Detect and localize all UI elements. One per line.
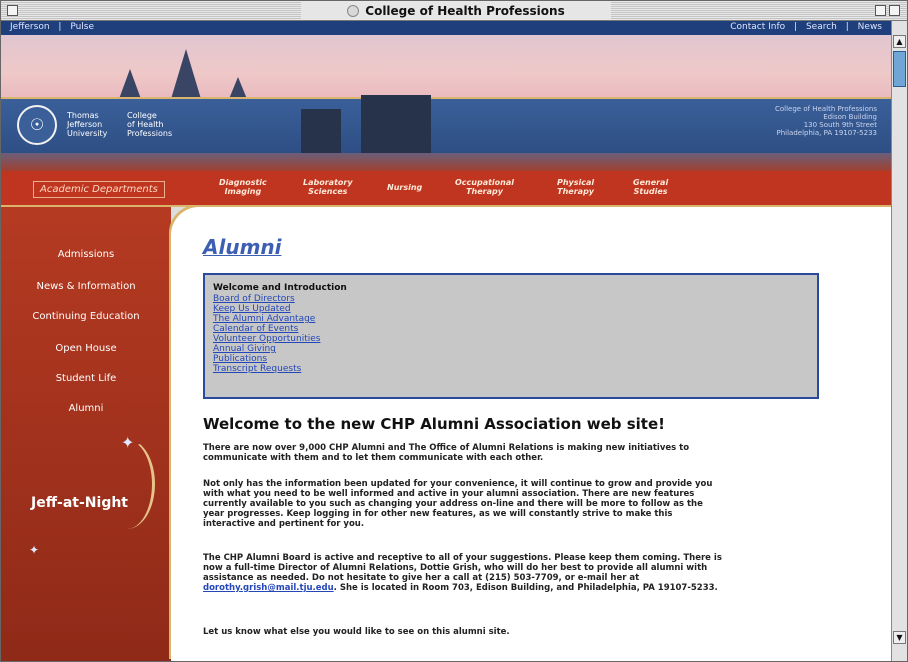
collapse-box-icon[interactable] <box>889 5 900 16</box>
sidebar-item-admissions[interactable]: Admissions <box>1 249 171 260</box>
dept-line: General <box>633 178 669 187</box>
toc-link-publications[interactable]: Publications <box>213 354 809 364</box>
skyline-spire <box>119 69 141 99</box>
email-link[interactable]: dorothy.grish@mail.tju.edu <box>203 583 334 593</box>
address-line: 130 South 9th Street <box>803 121 877 129</box>
left-sidebar: Admissions News & Information Continuing… <box>1 207 171 661</box>
dept-line: Nursing <box>387 183 423 192</box>
dept-nursing[interactable]: Nursing <box>387 183 422 192</box>
address-line: Philadelphia, PA 19107-5233 <box>776 129 878 137</box>
college-name-line: Professions <box>127 129 173 138</box>
university-seal-icon[interactable]: ☉ <box>17 105 57 145</box>
university-name-line: University <box>67 129 108 138</box>
nav-link-contact[interactable]: Contact Info <box>730 22 785 32</box>
college-name-line: College <box>127 111 157 120</box>
header-banner: ☉ Thomas Jefferson University College of… <box>1 35 891 171</box>
vertical-scrollbar[interactable]: ▲ ▼ <box>891 21 907 661</box>
nav-separator: | <box>58 22 62 32</box>
dept-line: Studies <box>633 187 668 196</box>
zoom-box-icon[interactable] <box>875 5 886 16</box>
dept-line: Occupational <box>455 178 515 187</box>
address-line: College of Health Professions <box>774 105 877 113</box>
department-bar: Academic Departments Diagnostic Imaging … <box>1 171 891 207</box>
nav-link-news[interactable]: News <box>858 22 882 32</box>
nav-link-search[interactable]: Search <box>806 22 837 32</box>
title-bar[interactable]: College of Health Professions <box>1 1 907 21</box>
scroll-up-arrow-icon[interactable]: ▲ <box>893 35 906 48</box>
sidebar-item-alumni[interactable]: Alumni <box>1 403 171 414</box>
paragraph-updates: Not only has the information been update… <box>203 479 713 529</box>
address-line: Edison Building <box>823 113 877 121</box>
paragraph-board: The CHP Alumni Board is active and recep… <box>203 553 723 593</box>
sidebar-item-open-house[interactable]: Open House <box>1 343 171 354</box>
paragraph-board-text: The CHP Alumni Board is active and recep… <box>203 553 722 583</box>
nav-separator: | <box>845 22 849 32</box>
paragraph-intro: There are now over 9,000 CHP Alumni and … <box>203 443 690 463</box>
banner-bottom-band <box>1 153 891 171</box>
dept-line: Laboratory <box>303 178 353 187</box>
dept-occupational-therapy[interactable]: Occupational Therapy <box>455 178 514 196</box>
toc-link-calendar[interactable]: Calendar of Events <box>213 324 809 334</box>
academic-departments-label[interactable]: Academic Departments <box>33 181 165 198</box>
toc-link-board[interactable]: Board of Directors <box>213 294 809 304</box>
toc-heading: Welcome and Introduction <box>213 283 347 293</box>
document-icon <box>347 4 360 17</box>
window-title: College of Health Professions <box>365 3 565 18</box>
scroll-down-arrow-icon[interactable]: ▼ <box>893 631 906 644</box>
toc-link-volunteer[interactable]: Volunteer Opportunities <box>213 334 809 344</box>
nav-link-jefferson[interactable]: Jefferson <box>10 22 50 32</box>
skyline-spire <box>171 49 201 99</box>
sidebar-item-news[interactable]: News & Information <box>1 281 171 292</box>
dept-physical-therapy[interactable]: Physical Therapy <box>557 178 594 196</box>
toc-link-annual-giving[interactable]: Annual Giving <box>213 344 809 354</box>
scroll-thumb[interactable] <box>893 51 906 87</box>
college-name-line: of Health <box>127 120 164 129</box>
university-name-line: Jefferson <box>67 120 103 129</box>
dept-line: Physical <box>557 178 595 187</box>
main-content: Alumni Welcome and Introduction Board of… <box>171 207 891 661</box>
dept-laboratory-sciences[interactable]: Laboratory Sciences <box>303 178 353 196</box>
jeff-at-night-link[interactable]: Jeff-at-Night <box>31 495 128 511</box>
skyline-spire <box>229 77 247 99</box>
page-title: Alumni <box>203 235 282 259</box>
dept-line: Imaging <box>224 187 262 196</box>
dept-line: Diagnostic <box>219 178 267 187</box>
college-address: College of Health Professions Edison Bui… <box>775 105 877 137</box>
sidebar-item-student-life[interactable]: Student Life <box>1 373 171 384</box>
dept-line: Therapy <box>466 187 503 196</box>
skyline-building <box>361 95 431 155</box>
close-box-icon[interactable] <box>7 5 18 16</box>
sidebar-item-continuing-education[interactable]: Continuing Education <box>1 311 171 322</box>
browser-window: College of Health Professions Jefferson … <box>0 0 908 662</box>
dept-diagnostic-imaging[interactable]: Diagnostic Imaging <box>219 178 267 196</box>
university-name: Thomas Jefferson University <box>67 111 107 138</box>
welcome-heading: Welcome to the new CHP Alumni Associatio… <box>203 415 665 433</box>
top-nav: Jefferson | Pulse Contact Info | Search … <box>1 21 891 35</box>
toc-link-transcripts[interactable]: Transcript Requests <box>213 364 809 374</box>
paragraph-board-text-end: . She is located in Room 703, Edison Bui… <box>333 583 718 593</box>
dept-line: Therapy <box>557 187 595 196</box>
toc-link-alumni-advantage[interactable]: The Alumni Advantage <box>213 314 809 324</box>
window-title-wrap: College of Health Professions <box>301 2 611 19</box>
toc-link-keep-updated[interactable]: Keep Us Updated <box>213 304 809 314</box>
dept-general-studies[interactable]: General Studies <box>633 178 668 196</box>
paragraph-closing: Let us know what else you would like to … <box>203 627 510 637</box>
table-of-contents: Welcome and Introduction Board of Direct… <box>203 273 819 399</box>
skyline-building <box>301 109 341 155</box>
college-name: College of Health Professions <box>127 111 172 138</box>
nav-separator: | <box>794 22 798 32</box>
nav-link-pulse[interactable]: Pulse <box>70 22 94 32</box>
crescent-moon-icon <box>99 439 155 529</box>
dept-line: Sciences <box>308 187 348 196</box>
university-name-line: Thomas <box>67 111 99 120</box>
star-icon: ✦ <box>29 543 40 557</box>
